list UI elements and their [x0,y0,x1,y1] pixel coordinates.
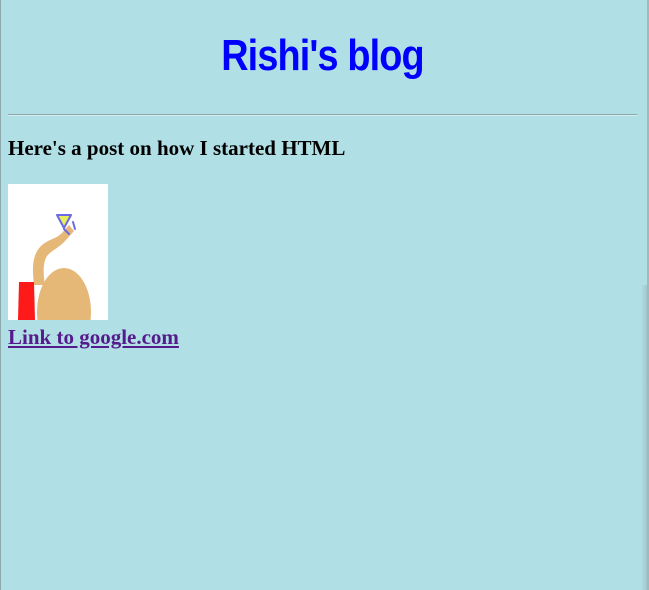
post-image [8,184,108,320]
blog-page: Rishi's blog Here's a post on how I star… [8,0,637,349]
scrollbar-shadow [641,285,647,590]
drawing-illustration [8,184,108,320]
horizontal-rule [8,114,637,116]
red-sleeve-shape [18,282,35,320]
blog-title: Rishi's blog [221,31,424,80]
google-link[interactable]: Link to google.com [8,325,179,350]
window-left-edge [0,0,1,590]
post-heading: Here's a post on how I started HTML [8,136,346,160]
